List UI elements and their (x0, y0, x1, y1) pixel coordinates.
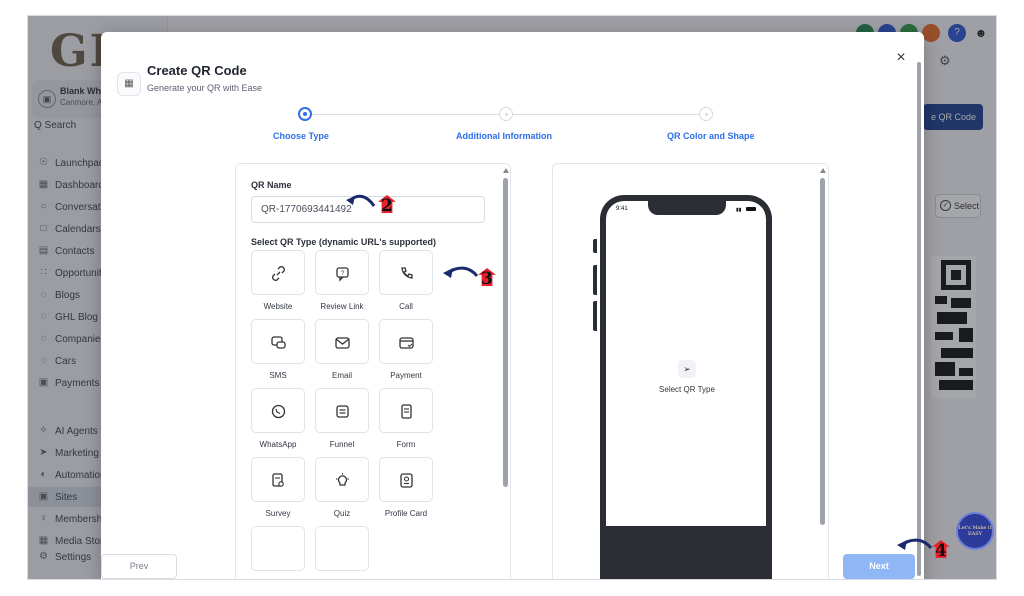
modal-scrollbar-thumb[interactable] (917, 62, 921, 576)
qr-type-email-card[interactable] (315, 319, 369, 364)
annotation-arrow-2 (346, 194, 376, 207)
step-label-choose-type[interactable]: Choose Type (273, 131, 329, 141)
cursor-pointer-icon: ➢ (678, 360, 696, 378)
step-indicator-choose-type[interactable] (298, 107, 312, 121)
qr-type-card-partial[interactable] (251, 526, 305, 571)
qr-type-label: Call (399, 302, 413, 311)
create-qr-modal: ▦ Create QR Code Generate your QR with E… (101, 32, 924, 579)
link-icon (272, 266, 285, 281)
sms-icon (271, 336, 286, 349)
signal-icon: ▮▮ (736, 207, 742, 213)
annotation-number-3: 3 (481, 269, 493, 289)
phone-side-button (593, 265, 597, 295)
step-indicator-additional-info[interactable] (499, 107, 513, 121)
phone-notch (648, 199, 726, 215)
qr-type-sms-card[interactable] (251, 319, 305, 364)
qr-type-label: Form (396, 440, 416, 449)
phone-preview-panel: 9:41 ▮▮ ➢ Select QR Type (552, 163, 829, 579)
qr-type-label: Select QR Type (dynamic URL's supported) (251, 237, 437, 247)
qr-type-profile-card-card[interactable] (379, 457, 433, 502)
stepper-connector (306, 114, 502, 115)
phone-side-button (593, 239, 597, 253)
battery-icon (746, 207, 756, 211)
credit-card-icon (399, 337, 414, 349)
step-label-color-shape[interactable]: QR Color and Shape (667, 131, 755, 141)
svg-text:?: ? (341, 271, 345, 277)
profile-card-icon (400, 473, 413, 488)
stepper-connector (506, 114, 702, 115)
phone-icon (401, 267, 413, 279)
annotation-arrow-4 (897, 538, 933, 550)
lightbulb-icon (336, 473, 349, 486)
annotation-number-2: 2 (381, 196, 393, 216)
qr-type-whatsapp-card[interactable] (251, 388, 305, 433)
qr-type-survey-card[interactable] (251, 457, 305, 502)
phone-side-button (593, 301, 597, 331)
qr-type-website-card[interactable] (251, 250, 305, 295)
phone-bottom-bezel (600, 526, 772, 579)
form-icon (401, 404, 412, 419)
whatsapp-icon (271, 404, 286, 419)
qr-type-quiz-card[interactable] (315, 457, 369, 502)
annotation-number-4: 4 (935, 541, 947, 561)
modal-subtitle: Generate your QR with Ease (147, 83, 263, 93)
qr-code-icon: ▦ (117, 72, 141, 96)
qr-type-call-card[interactable] (379, 250, 433, 295)
survey-icon (272, 473, 284, 487)
app-window: GH ▣ Blank WhiteL Canmore, AB Q Search ☉… (27, 15, 997, 580)
step-indicator-color-shape[interactable] (699, 107, 713, 121)
qr-type-card-partial[interactable] (315, 526, 369, 571)
qr-type-payment-card[interactable] (379, 319, 433, 364)
annotation-arrow-3 (443, 266, 479, 278)
scroll-up-icon[interactable] (820, 168, 826, 173)
qr-name-label: QR Name (251, 180, 292, 190)
screenshot-stage: GH ▣ Blank WhiteL Canmore, AB Q Search ☉… (0, 0, 1024, 596)
qr-type-label: Payment (390, 371, 422, 380)
prev-button[interactable]: Prev (101, 554, 177, 579)
scrollbar-thumb[interactable] (820, 178, 825, 525)
preview-placeholder-text: Select QR Type (659, 385, 715, 394)
phone-time: 9:41 (616, 206, 628, 212)
scroll-up-icon[interactable] (503, 168, 509, 173)
qr-type-funnel-card[interactable] (315, 388, 369, 433)
funnel-icon (336, 405, 349, 418)
type-selection-panel: QR Name Select QR Type (dynamic URL's su… (235, 163, 511, 579)
review-icon: ? (336, 267, 349, 282)
modal-title: Create QR Code (147, 63, 247, 78)
qr-type-form-card[interactable] (379, 388, 433, 433)
qr-type-review-link-card[interactable]: ? (315, 250, 369, 295)
qr-type-label: Profile Card (384, 509, 428, 518)
envelope-icon (335, 337, 350, 349)
step-label-additional-info[interactable]: Additional Information (456, 131, 552, 141)
close-icon[interactable]: × (893, 50, 909, 66)
scrollbar-thumb[interactable] (503, 178, 508, 487)
next-button[interactable]: Next (843, 554, 915, 579)
lets-make-it-easy-logo[interactable]: Let's Make it EASY (956, 512, 994, 550)
